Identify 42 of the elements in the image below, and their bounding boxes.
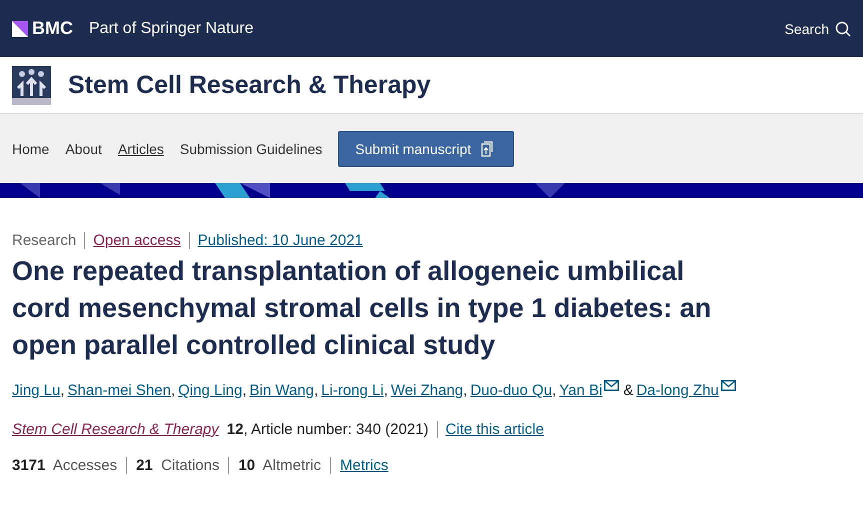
citation-details: 12, Article number: 340 (2021) <box>226 421 438 438</box>
author-link[interactable]: Wei Zhang <box>390 382 464 399</box>
bmc-logo-icon <box>12 20 28 36</box>
author-link[interactable]: Duo-duo Qu <box>470 382 552 399</box>
nav-link[interactable]: Articles <box>118 140 164 156</box>
author-link[interactable]: Da-long Zhu <box>636 382 719 399</box>
submit-manuscript-button[interactable]: Submit manuscript <box>338 130 514 166</box>
author-separator: , <box>242 382 247 399</box>
article-title: One repeated transplantation of allogeneic umbilical cord mesenchymal stromal cells in type 1 diabetes: an open parallel controlled clinical study <box>12 255 712 362</box>
open-access-link[interactable]: Open access <box>85 232 190 249</box>
search-icon <box>835 20 851 36</box>
metrics-link[interactable]: Metrics <box>340 457 388 474</box>
journal-title: Stem Cell Research & Therapy <box>68 70 431 100</box>
author-link[interactable]: Jing Lu <box>12 382 60 399</box>
author-link[interactable]: Qing Ling <box>178 382 242 399</box>
author-separator: , <box>552 382 556 399</box>
author-separator: & <box>623 382 634 399</box>
journal-link[interactable]: Stem Cell Research & Therapy <box>12 421 219 438</box>
metric-count: 3171 Accesses <box>12 457 128 474</box>
brand-tagline: Part of Springer Nature <box>89 20 254 38</box>
metric-count: 10 Altmetric <box>238 457 332 474</box>
nav-link[interactable]: About <box>65 140 102 156</box>
search-button[interactable]: Search <box>784 20 851 36</box>
cite-article-link[interactable]: Cite this article <box>446 421 544 438</box>
nav-link[interactable]: Home <box>12 140 50 156</box>
author-link[interactable]: Yan Bi <box>559 382 602 399</box>
email-icon[interactable] <box>604 380 620 391</box>
author-separator: , <box>463 382 468 399</box>
nav-link[interactable]: Submission Guidelines <box>180 140 322 156</box>
author-link[interactable]: Bin Wang <box>250 382 314 399</box>
article-type: Research <box>12 232 86 249</box>
brand-name: BMC <box>32 18 73 39</box>
author-link[interactable]: Shan-mei Shen <box>68 382 171 399</box>
journal-logo-icon <box>12 66 51 104</box>
author-link[interactable]: Li-rong Li <box>321 382 384 399</box>
author-separator: , <box>170 382 176 399</box>
metric-count: 21 Citations <box>136 457 230 474</box>
email-icon[interactable] <box>720 380 736 391</box>
author-separator: , <box>314 382 318 399</box>
author-separator: , <box>384 382 388 399</box>
published-date-link[interactable]: Published: 10 June 2021 <box>190 232 363 249</box>
author-separator: , <box>60 382 65 399</box>
